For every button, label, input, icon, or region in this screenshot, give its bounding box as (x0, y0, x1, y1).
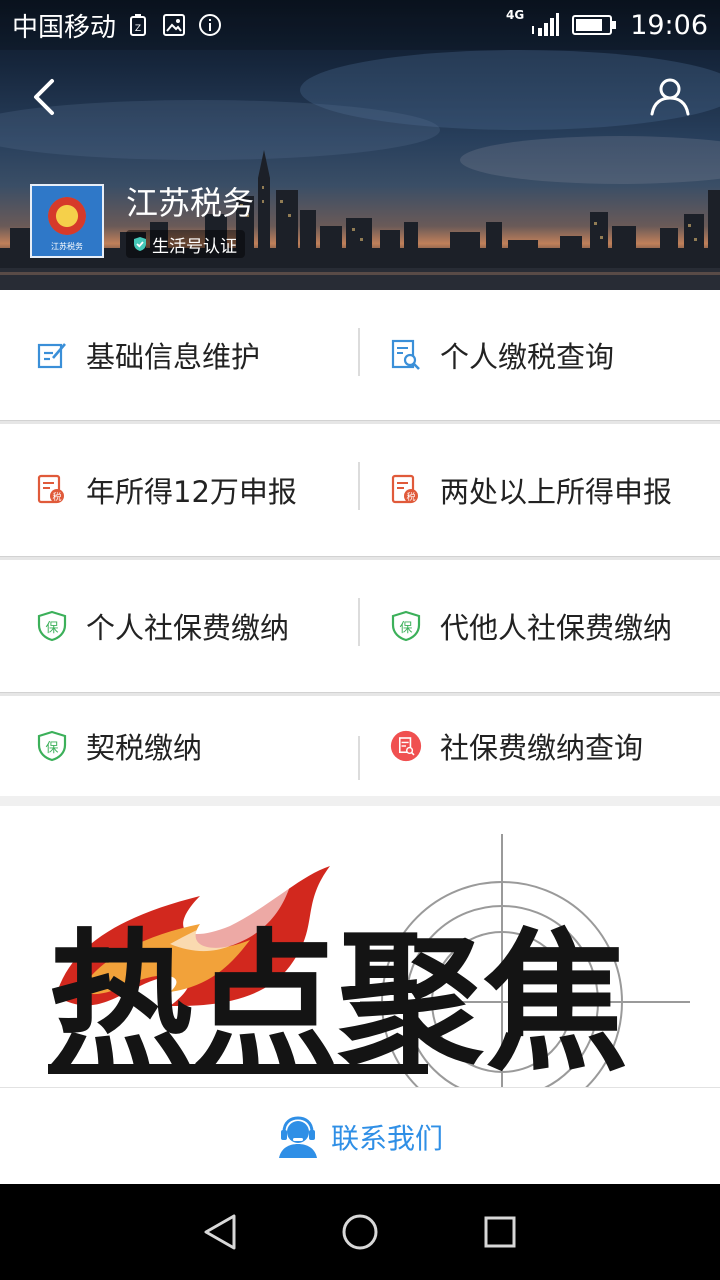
shield-bao-icon: 保 (390, 610, 422, 642)
menu-item-annual-income-report[interactable]: 税 年所得12万申报 (0, 424, 360, 556)
column-divider (358, 736, 360, 780)
logo-caption: 江苏税务 (51, 241, 83, 251)
menu-item-proxy-social-insurance[interactable]: 保 代他人社保费缴纳 (360, 560, 720, 692)
account-name: 江苏税务 (126, 184, 255, 222)
account-text: 江苏税务 生活号认证 (126, 184, 254, 258)
tax-emblem-icon (48, 196, 86, 235)
menu-item-label: 社保费缴纳查询 (440, 731, 644, 765)
column-divider (358, 328, 360, 376)
user-icon (650, 78, 690, 116)
svg-text:Z: Z (135, 24, 141, 34)
tax-doc-icon: 税 (36, 474, 68, 506)
verify-label: 生活号认证 (152, 236, 237, 257)
menu-row-1: 基础信息维护 个人缴税查询 (0, 290, 720, 420)
menu-item-label: 基础信息维护 (86, 340, 261, 374)
account-logo: 江苏税务 (30, 184, 104, 258)
menu-row-4: 保 契税缴纳 社保费缴纳查询 (0, 696, 720, 796)
menu-item-social-insurance-query[interactable]: 社保费缴纳查询 (360, 696, 720, 796)
status-icons: Z (128, 13, 222, 37)
menu-item-deed-tax[interactable]: 保 契税缴纳 (0, 696, 360, 796)
profile-button[interactable] (646, 72, 694, 120)
network-type: 4G (505, 8, 525, 22)
svg-text:保: 保 (399, 621, 412, 636)
menu-item-multi-income-report[interactable]: 税 两处以上所得申报 (360, 424, 720, 556)
menu-row-2: 税 年所得12万申报 税 两处以上所得申报 (0, 424, 720, 556)
menu-item-tax-query[interactable]: 个人缴税查询 (360, 290, 720, 420)
menu-row-3: 保 个人社保费缴纳 保 代他人社保费缴纳 (0, 560, 720, 692)
nav-home-button[interactable] (330, 1202, 390, 1262)
status-bar: 中国移动 Z 4G 19:06 (0, 0, 720, 50)
info-icon (199, 14, 222, 36)
account-info: 江苏税务 江苏税务 生活号认证 (30, 184, 254, 258)
svg-text:税: 税 (52, 491, 61, 503)
search-doc-icon (390, 339, 422, 371)
tax-doc-icon: 税 (390, 474, 422, 506)
image-icon (163, 14, 186, 36)
menu-item-personal-social-insurance[interactable]: 保 个人社保费缴纳 (0, 560, 360, 692)
column-divider (358, 462, 360, 510)
shield-bao-icon: 保 (36, 610, 68, 642)
contact-us-button[interactable]: 联系我们 (0, 1087, 720, 1185)
menu-item-label: 契税缴纳 (86, 731, 203, 765)
svg-text:保: 保 (45, 621, 58, 636)
system-nav-bar (0, 1184, 720, 1280)
header-hero: 中国移动 Z 4G 19:06 江苏税务 江苏税务 生活号认证 (0, 0, 720, 290)
query-badge-icon (390, 730, 422, 762)
verified-shield-icon (134, 237, 146, 251)
hot-focus-graphic: 热点聚焦 (48, 834, 690, 1088)
nav-back-button[interactable] (190, 1202, 250, 1262)
screen: 中国移动 Z 4G 19:06 江苏税务 江苏税务 生活号认证 基础信息维护 个… (0, 0, 720, 1280)
battery-icon (572, 15, 617, 35)
edit-icon (36, 339, 68, 371)
menu-item-label: 年所得12万申报 (86, 475, 297, 509)
svg-text:税: 税 (406, 491, 415, 503)
service-menu: 基础信息维护 个人缴税查询 税 年所得12万申报 税 两处以上所得申报 保 个人… (0, 290, 720, 812)
customer-service-icon (278, 1115, 317, 1158)
contact-label: 联系我们 (330, 1121, 443, 1155)
signal-icon (532, 13, 560, 36)
carrier-name: 中国移动 (12, 12, 117, 43)
menu-item-basic-info[interactable]: 基础信息维护 (0, 290, 360, 420)
clock: 19:06 (630, 9, 708, 41)
square-recents-icon (484, 1216, 516, 1248)
svg-text:保: 保 (45, 741, 58, 756)
battery-saver-icon: Z (130, 14, 147, 36)
menu-item-label: 个人缴税查询 (440, 340, 615, 374)
menu-item-label: 个人社保费缴纳 (86, 611, 290, 645)
menu-item-label: 代他人社保费缴纳 (440, 611, 673, 645)
circle-home-icon (342, 1214, 378, 1250)
status-right: 4G 19:06 (505, 8, 708, 41)
nav-recents-button[interactable] (470, 1202, 530, 1262)
verify-badge: 生活号认证 (126, 230, 245, 258)
hot-focus-banner[interactable]: 热点聚焦 (0, 806, 720, 1088)
chevron-left-icon (34, 79, 54, 115)
triangle-back-icon (204, 1214, 236, 1250)
shield-bao-icon: 保 (36, 730, 68, 762)
menu-item-label: 两处以上所得申报 (440, 475, 673, 509)
banner-title: 热点聚焦 (48, 915, 628, 1088)
column-divider (358, 598, 360, 646)
back-button[interactable] (22, 72, 66, 122)
